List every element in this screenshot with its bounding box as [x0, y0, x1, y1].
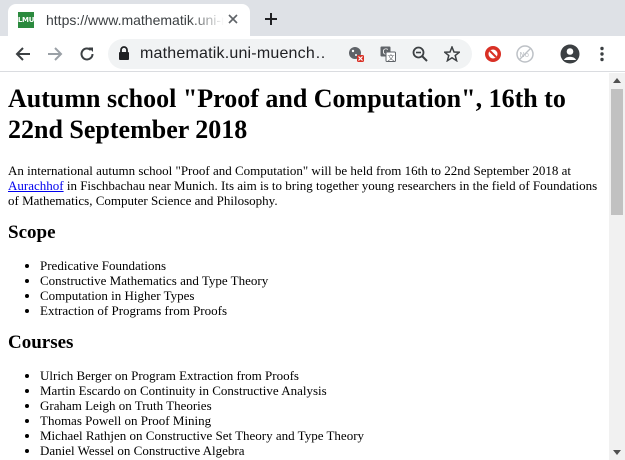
- list-item: Extraction of Programs from Proofs: [40, 303, 601, 318]
- scroll-down-button[interactable]: [609, 445, 625, 460]
- new-tab-button[interactable]: [258, 6, 284, 32]
- intro-text-after: in Fischbachau near Munich. Its aim is t…: [8, 178, 598, 208]
- scrollbar-thumb[interactable]: [611, 89, 623, 215]
- arrow-right-icon: [48, 47, 63, 61]
- tab-strip: LMU https://www.mathematik.uni-muenchen.…: [0, 0, 625, 36]
- caret-down-icon: [613, 450, 621, 455]
- reload-icon: [80, 47, 94, 61]
- aurachhof-link[interactable]: Aurachhof: [8, 178, 64, 193]
- page-viewport: Autumn school "Proof and Computation", 1…: [0, 73, 609, 460]
- plus-icon: [265, 13, 277, 25]
- courses-list: Ulrich Berger on Program Extraction from…: [8, 368, 601, 458]
- list-item: Ulrich Berger on Program Extraction from…: [40, 368, 601, 383]
- svg-text:文: 文: [388, 53, 395, 62]
- grey-extension-icon: No: [516, 45, 534, 63]
- caret-up-icon: [613, 78, 621, 83]
- browser-toolbar: mathematik.uni-muench… G文 No: [0, 36, 625, 72]
- red-circle-extension-icon: [485, 46, 501, 62]
- list-item: Predicative Foundations: [40, 258, 601, 273]
- lmu-favicon-icon: LMU: [18, 12, 34, 28]
- arrow-left-icon: [15, 47, 30, 61]
- kebab-menu-icon: [600, 46, 604, 62]
- scroll-up-button[interactable]: [609, 73, 625, 88]
- extension-grey-button[interactable]: No: [511, 40, 539, 68]
- cookie-blocked-icon[interactable]: [348, 46, 364, 62]
- reload-button[interactable]: [73, 40, 101, 68]
- page-content: Autumn school "Proof and Computation", 1…: [0, 73, 609, 458]
- list-item: Michael Rathjen on Constructive Set Theo…: [40, 428, 601, 443]
- profile-icon: [560, 44, 580, 64]
- intro-paragraph: An international autumn school "Proof an…: [8, 163, 601, 208]
- page-title: Autumn school "Proof and Computation", 1…: [8, 84, 566, 144]
- list-item: Graham Leigh on Truth Theories: [40, 398, 601, 413]
- list-item: Daniel Wessel on Constructive Algebra: [40, 443, 601, 458]
- list-item: Constructive Mathematics and Type Theory: [40, 273, 601, 288]
- close-icon[interactable]: [228, 13, 238, 28]
- menu-button[interactable]: [588, 40, 616, 68]
- scope-heading: Scope: [8, 222, 56, 243]
- browser-tab[interactable]: LMU https://www.mathematik.uni-muenchen.…: [8, 4, 250, 36]
- forward-button[interactable]: [41, 40, 69, 68]
- star-icon[interactable]: [444, 46, 460, 62]
- zoom-out-icon[interactable]: [412, 46, 428, 62]
- vertical-scrollbar[interactable]: [609, 73, 625, 460]
- list-item: Computation in Higher Types: [40, 288, 601, 303]
- courses-heading: Courses: [8, 332, 74, 353]
- list-item: Thomas Powell on Proof Mining: [40, 413, 601, 428]
- scope-list: Predicative Foundations Constructive Mat…: [8, 258, 601, 318]
- address-bar[interactable]: mathematik.uni-muench… G文: [108, 39, 472, 69]
- back-button[interactable]: [9, 40, 37, 68]
- url-text[interactable]: mathematik.uni-muench…: [140, 45, 326, 63]
- profile-button[interactable]: [556, 40, 584, 68]
- translate-icon[interactable]: G文: [380, 46, 396, 62]
- list-item: Martin Escardo on Continuity in Construc…: [40, 383, 601, 398]
- tab-title: https://www.mathematik.uni-muenchen.de: [46, 12, 224, 28]
- lock-icon[interactable]: [118, 45, 130, 64]
- extension-red-button[interactable]: [479, 40, 507, 68]
- intro-text-before: An international autumn school "Proof an…: [8, 163, 572, 178]
